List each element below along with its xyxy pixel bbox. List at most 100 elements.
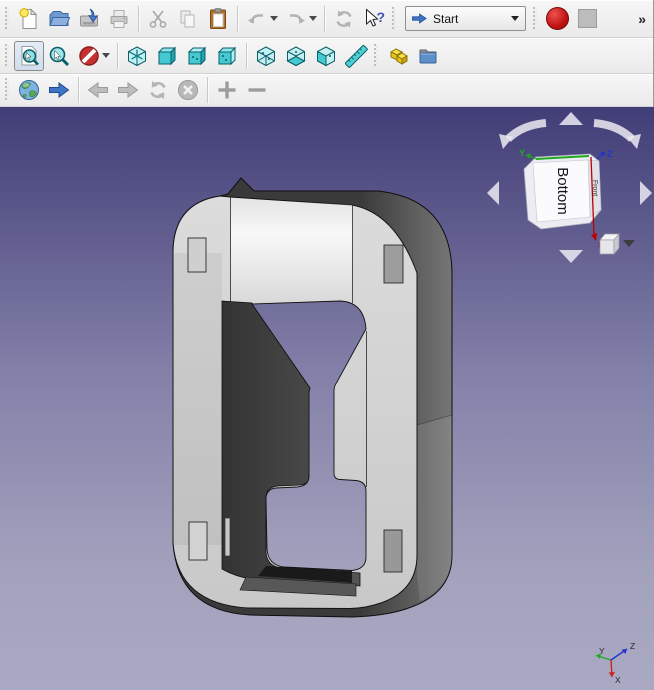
draw-style-icon [77, 44, 101, 68]
fit-all-button[interactable] [14, 41, 44, 71]
refresh-icon [332, 7, 356, 31]
redo-icon [284, 7, 308, 31]
toolbar-grip[interactable] [5, 7, 9, 31]
redo-dropdown-arrow[interactable] [309, 16, 317, 21]
toolbar-grip[interactable] [392, 7, 396, 31]
paste-icon [206, 7, 230, 31]
view-right-button[interactable] [212, 41, 242, 71]
go-arrow-icon [47, 78, 71, 102]
record-macro-icon [546, 7, 569, 30]
stop-macro-button[interactable] [572, 4, 602, 34]
view-left-icon [314, 44, 338, 68]
part-box-button[interactable] [383, 41, 413, 71]
workbench-icon [411, 10, 428, 27]
model-pocket-top-right [384, 245, 403, 283]
toolbar-view [0, 38, 653, 74]
workbench-selector[interactable]: Start [405, 6, 526, 31]
web-home-button[interactable] [14, 75, 44, 105]
model-left-shade [173, 253, 222, 545]
stop-icon [176, 78, 200, 102]
toolbar-grip[interactable] [5, 78, 9, 102]
open-document-button[interactable] [44, 4, 74, 34]
view-left-button[interactable] [311, 41, 341, 71]
undo-icon [245, 7, 269, 31]
print-button[interactable] [104, 4, 134, 34]
workbench-dropdown-arrow[interactable] [511, 16, 519, 21]
separator [246, 43, 247, 69]
freecad-window: { "window": { "overflow_chevron": "\u00b… [0, 0, 654, 690]
open-folder-button[interactable] [413, 41, 443, 71]
fit-selection-icon [47, 44, 71, 68]
reload-button[interactable] [143, 75, 173, 105]
cut-button[interactable] [143, 4, 173, 34]
view-bottom-icon [284, 44, 308, 68]
view-bottom-button[interactable] [281, 41, 311, 71]
fit-selection-button[interactable] [44, 41, 74, 71]
new-document-button[interactable] [14, 4, 44, 34]
web-go-button[interactable] [44, 75, 74, 105]
separator [237, 6, 238, 32]
separator [117, 43, 118, 69]
stop-button[interactable] [173, 75, 203, 105]
toolbar-grip[interactable] [374, 44, 378, 68]
folder-icon [416, 44, 440, 68]
toolbar-overflow-chevron[interactable]: » [638, 12, 646, 26]
view-front-icon [155, 44, 179, 68]
model-pocket-sliver [225, 518, 230, 556]
undo-button[interactable] [242, 4, 272, 34]
view-top-icon [185, 44, 209, 68]
save-icon [77, 7, 101, 31]
toolbar-navigation [0, 74, 653, 107]
copy-button[interactable] [173, 4, 203, 34]
zoom-in-button[interactable] [212, 75, 242, 105]
open-folder-icon [47, 7, 71, 31]
nav-cube-front-label[interactable]: Bottom [554, 167, 571, 215]
part-box-icon [386, 44, 410, 68]
view-rear-button[interactable] [251, 41, 281, 71]
plus-icon [215, 78, 239, 102]
refresh-button[interactable] [329, 4, 359, 34]
nav-mini-cube[interactable] [600, 234, 619, 254]
toolbar-grip[interactable] [5, 44, 9, 68]
globe-icon [17, 78, 41, 102]
reload-icon [146, 78, 170, 102]
draw-style-button[interactable] [74, 41, 104, 71]
view-axonometric-button[interactable] [122, 41, 152, 71]
svg-text:?: ? [377, 9, 386, 25]
redo-button[interactable] [281, 4, 311, 34]
measure-icon [344, 44, 368, 68]
model-highlight [231, 198, 352, 302]
toolbar-grip[interactable] [533, 7, 537, 31]
view-right-icon [215, 44, 239, 68]
paste-button[interactable] [203, 4, 233, 34]
separator [78, 77, 79, 103]
cad-model[interactable] [173, 178, 452, 617]
minus-icon [245, 78, 269, 102]
cut-icon [146, 7, 170, 31]
whats-this-icon: ? [362, 7, 386, 31]
back-arrow-icon [86, 78, 110, 102]
measure-distance-button[interactable] [341, 41, 371, 71]
view-rear-icon [254, 44, 278, 68]
zoom-out-button[interactable] [242, 75, 272, 105]
whats-this-button[interactable]: ? [359, 4, 389, 34]
cube-z-label: Z [607, 149, 613, 159]
save-document-button[interactable] [74, 4, 104, 34]
toolbar-standard: ? Start » [0, 0, 653, 38]
3d-viewport[interactable]: Bottom Front Y Z x Y Z [0, 107, 654, 690]
record-macro-button[interactable] [542, 4, 572, 34]
view-top-button[interactable] [182, 41, 212, 71]
fit-all-icon [17, 44, 41, 68]
model-pocket-bottom-left [189, 522, 207, 560]
view-front-button[interactable] [152, 41, 182, 71]
axis-y-label: Y [599, 646, 605, 656]
model-pocket-bottom-right [384, 530, 402, 572]
cube-y-label: Y [519, 148, 525, 158]
back-button[interactable] [83, 75, 113, 105]
undo-dropdown-arrow[interactable] [270, 16, 278, 21]
separator [324, 6, 325, 32]
draw-style-dropdown-arrow[interactable] [102, 53, 110, 58]
forward-button[interactable] [113, 75, 143, 105]
new-document-icon [17, 7, 41, 31]
print-icon [107, 7, 131, 31]
